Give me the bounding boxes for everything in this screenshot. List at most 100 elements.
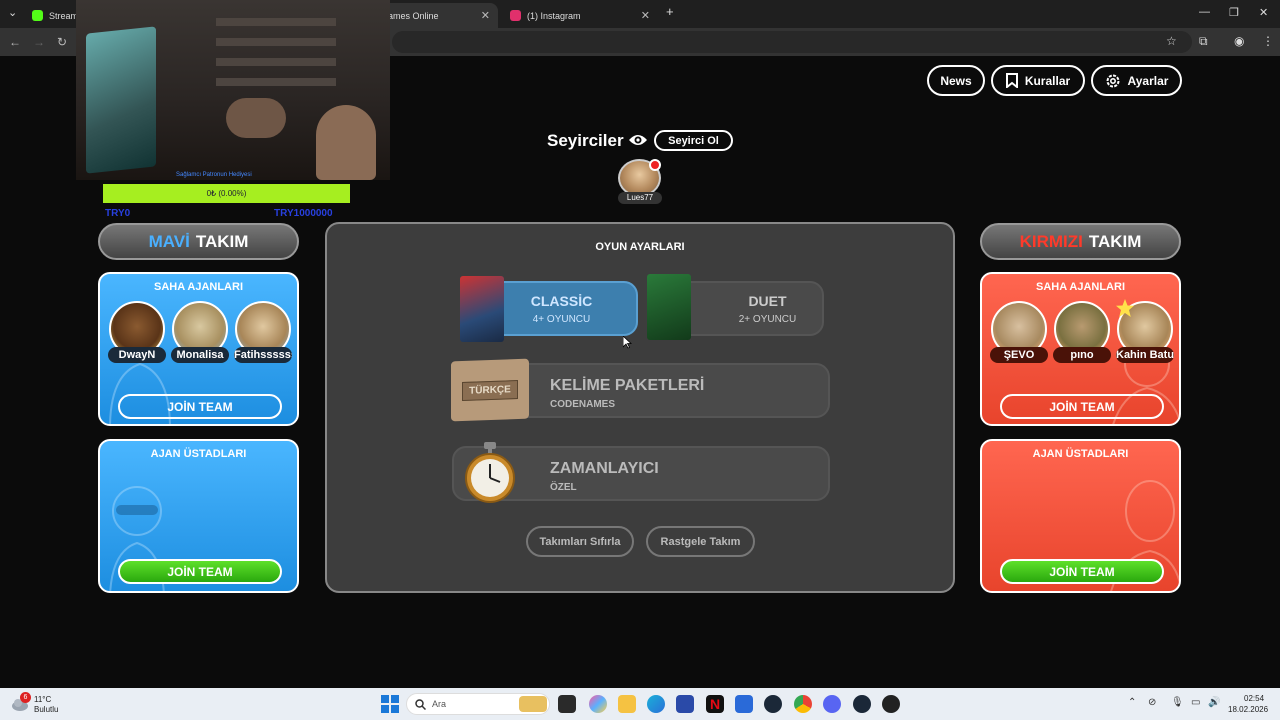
clock-time[interactable]: 02:54 — [1244, 694, 1264, 703]
discord-icon[interactable] — [823, 695, 841, 713]
join-label: JOİN TEAM — [167, 399, 233, 414]
donation-min-label: TRY0 — [105, 208, 131, 219]
agent-name: Fatihssssss — [234, 347, 292, 363]
rules-button[interactable]: Kurallar — [991, 65, 1085, 96]
tab-search-icon[interactable]: ⌄ — [8, 6, 17, 19]
steam-icon[interactable] — [764, 695, 782, 713]
spectator-name: Lues77 — [618, 192, 662, 204]
chevron-up-icon[interactable]: ⌃ — [1128, 697, 1136, 708]
streamer — [316, 105, 376, 180]
webcam-overlay: Sağlamcı Patronun Hediyesi — [76, 0, 390, 180]
turkish-flag-sign: TÜRKÇE — [451, 358, 529, 422]
tab-label: ames Online — [388, 10, 439, 21]
profile-icon[interactable]: ◉ — [1234, 34, 1244, 48]
file-explorer-icon[interactable] — [618, 695, 636, 713]
spectators-title: Seyirciler — [547, 131, 624, 150]
search-highlight-icon — [519, 696, 547, 712]
reset-teams-button[interactable]: Takımları Sıfırla — [526, 526, 634, 557]
taskbar-search-input[interactable]: Ara — [406, 693, 550, 715]
reload-icon[interactable]: ↻ — [57, 35, 67, 49]
tab-stream[interactable]: Stream — [24, 3, 84, 28]
close-tab-icon[interactable]: ✕ — [481, 9, 490, 22]
display-icon[interactable]: ▭ — [1191, 697, 1200, 708]
clock-date[interactable]: 18.02.2026 — [1228, 705, 1268, 714]
weather-widget[interactable]: 6 11°C Bulutlu — [10, 692, 70, 716]
task-view-icon[interactable] — [558, 695, 576, 713]
random-teams-button[interactable]: Rastgele Takım — [646, 526, 755, 557]
notification-badge: 6 — [20, 692, 31, 703]
field-agents-title: SAHA AJANLARI — [153, 281, 244, 293]
restore-icon[interactable]: ❐ — [1229, 6, 1239, 19]
windows-start-icon[interactable] — [381, 695, 399, 713]
tab-instagram[interactable]: (1) Instagram ✕ — [502, 3, 658, 28]
join-label: JOİN TEAM — [1049, 564, 1115, 579]
extensions-icon[interactable]: ⧉ — [1199, 34, 1208, 49]
settings-button[interactable]: Ayarlar — [1091, 65, 1182, 96]
stopwatch-icon — [465, 442, 515, 503]
join-blue-spymasters-button[interactable]: JOİN TEAM — [118, 559, 282, 584]
donation-caption: Sağlamcı Patronun Hediyesi — [176, 172, 252, 178]
close-tab-icon[interactable]: ✕ — [641, 9, 650, 22]
red-field-agents-card: SAHA AJANLARI ŞEVO pıno Kahin Batu JOİN … — [980, 272, 1181, 426]
steam-icon[interactable] — [853, 695, 871, 713]
mode-subtitle: 4+ OYUNCU — [532, 313, 591, 325]
network-off-icon[interactable]: ⊘ — [1148, 697, 1156, 708]
close-window-icon[interactable]: ✕ — [1259, 6, 1268, 19]
turkish-sign-label: TÜRKÇE — [462, 379, 518, 401]
random-teams-label: Rastgele Takım — [660, 535, 741, 548]
mail-icon[interactable] — [735, 695, 753, 713]
netflix-icon[interactable]: N — [706, 695, 724, 713]
search-icon — [415, 699, 426, 710]
weather-temperature: 11°C — [34, 695, 52, 704]
tab-codenames[interactable]: ames Online ✕ — [380, 3, 498, 28]
field-agents-title: SAHA AJANLARI — [1035, 281, 1126, 293]
word-packs-title: KELİME PAKETLERİ — [550, 377, 705, 394]
volume-icon[interactable]: 🔊 — [1208, 697, 1220, 708]
url-field[interactable] — [392, 31, 1192, 53]
blinds — [216, 18, 336, 26]
donation-progress-text: 0₺ (0.00%) — [206, 189, 247, 198]
blue-spymasters-card: AJAN ÜSTADLARI JOİN TEAM — [98, 439, 299, 593]
agent-name: Monalisa — [171, 347, 229, 363]
mode-duet-button[interactable]: DUET 2+ OYUNCU — [671, 281, 824, 336]
codenames-duet-box-image — [647, 274, 691, 340]
news-button[interactable]: News — [927, 65, 985, 96]
gear-icon — [1106, 74, 1120, 87]
search-placeholder: Ara — [432, 699, 447, 709]
microphone-icon[interactable]: 🎙 — [1171, 697, 1184, 708]
mode-subtitle: 2+ OYUNCU — [738, 313, 797, 325]
chrome-icon[interactable] — [794, 695, 812, 713]
new-tab-button[interactable]: + — [666, 4, 674, 19]
spectate-button[interactable]: Seyirci Ol — [654, 130, 733, 151]
agent-slot: pıno — [1053, 301, 1111, 373]
join-label: JOİN TEAM — [167, 564, 233, 579]
red-team-accent: KIRMIZI — [1019, 231, 1083, 251]
game-settings-title: OYUN AYARLARI — [595, 241, 685, 253]
minimize-icon[interactable]: — — [1199, 6, 1210, 18]
mode-title: DUET — [748, 292, 787, 309]
blue-team-label: TAKIM — [195, 231, 249, 251]
weather-description: Bulutlu — [34, 705, 59, 714]
spectate-label: Seyirci Ol — [668, 134, 719, 147]
bookmark-star-icon[interactable]: ☆ — [1166, 34, 1177, 48]
join-red-agents-button[interactable]: JOİN TEAM — [1000, 394, 1164, 419]
menu-icon[interactable]: ⋮ — [1262, 34, 1274, 48]
agent-name: Kahin Batu — [1116, 347, 1174, 363]
red-team-label: TAKIM — [1088, 231, 1142, 251]
store-icon[interactable] — [676, 695, 694, 713]
star-icon — [1116, 299, 1134, 317]
copilot-icon[interactable] — [589, 695, 607, 713]
forward-icon[interactable]: → — [33, 35, 45, 49]
app-icon[interactable] — [882, 695, 900, 713]
back-icon[interactable]: ← — [9, 35, 21, 49]
join-red-spymasters-button[interactable]: JOİN TEAM — [1000, 559, 1164, 584]
agent-slot: ŞEVO — [990, 301, 1048, 373]
mode-classic-button[interactable]: CLASSİC 4+ OYUNCU — [485, 281, 638, 336]
join-label: JOİN TEAM — [1049, 399, 1115, 414]
rules-label: Kurallar — [1024, 73, 1071, 88]
instagram-icon — [510, 10, 521, 21]
edge-icon[interactable] — [647, 695, 665, 713]
tab-label: (1) Instagram — [527, 10, 581, 21]
join-blue-agents-button[interactable]: JOİN TEAM — [118, 394, 282, 419]
tab-label: Stream — [49, 10, 79, 21]
